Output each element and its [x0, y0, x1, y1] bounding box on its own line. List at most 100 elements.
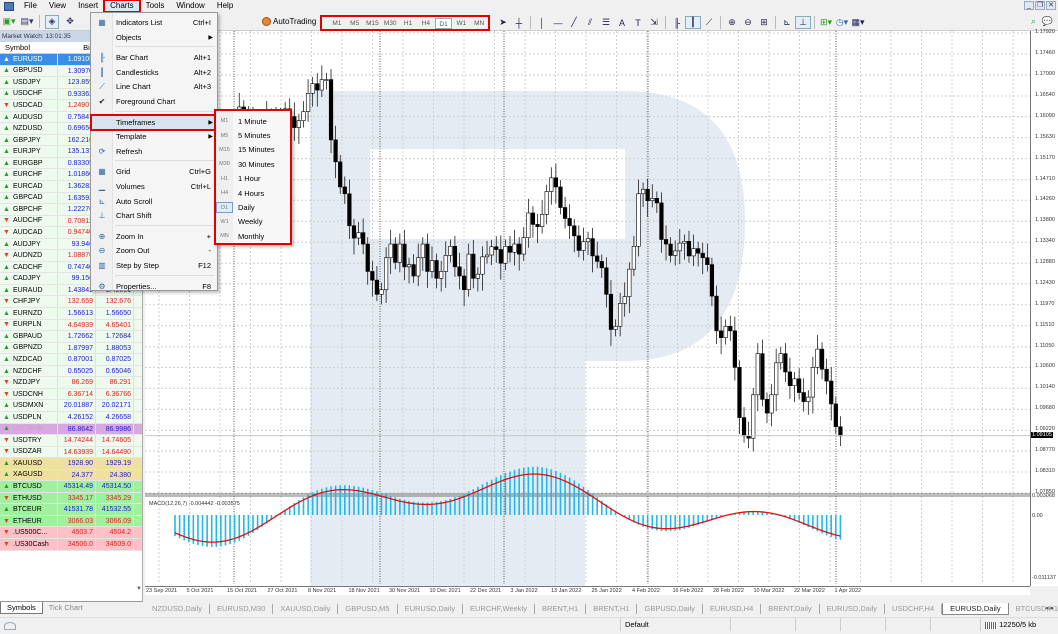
navigator-icon[interactable]: ✥: [63, 15, 77, 29]
equidistant-channel-icon[interactable]: ⫽: [582, 16, 598, 29]
menu-item-auto-scroll[interactable]: ⊾ Auto Scroll: [91, 194, 217, 209]
timeframe-item-m5[interactable]: M5 5 Minutes: [216, 128, 290, 142]
auto-scroll-icon[interactable]: ⊾: [779, 16, 795, 29]
market-watch-row[interactable]: ▲ USDMXN 20.01887 20.02171: [0, 400, 142, 412]
menu-window[interactable]: Window: [170, 0, 210, 12]
cursor-icon[interactable]: ➤: [495, 16, 511, 29]
chart-tab[interactable]: USDCHF,H4: [885, 604, 943, 614]
menu-item-chart-shift[interactable]: ⊥ Chart Shift: [91, 208, 217, 223]
menu-insert[interactable]: Insert: [72, 0, 104, 12]
timeframe-item-mn[interactable]: MN Monthly: [216, 229, 290, 243]
restore-button[interactable]: ❐: [1035, 1, 1045, 10]
trendline-icon[interactable]: ╱: [566, 16, 582, 29]
market-watch-row[interactable]: ▼ EURPLN 4.64939 4.65401: [0, 319, 142, 332]
market-watch-row[interactable]: ▲ BTCUSD 45314.49 45314.50: [0, 481, 142, 493]
crosshair-icon[interactable]: ┼: [511, 16, 527, 29]
market-watch-row[interactable]: ▲ NZDCAD 0.87001 0.87025: [0, 354, 142, 366]
zoom-in-icon[interactable]: ⊕: [724, 16, 740, 29]
market-watch-row[interactable]: ▼ ETHUSD 3345.17 3345.29: [0, 492, 142, 505]
chat-icon[interactable]: 💬: [1042, 16, 1053, 27]
menu-charts[interactable]: Charts: [103, 0, 141, 13]
menu-item-objects[interactable]: Objects ▶: [91, 30, 217, 45]
timeframe-item-h1[interactable]: H1 1 Hour: [216, 172, 290, 186]
chart-tab[interactable]: GBPUSD,M5: [338, 604, 398, 614]
tab-tick-chart[interactable]: Tick Chart: [43, 602, 89, 614]
line-chart-icon[interactable]: ⟋: [701, 16, 717, 29]
menu-item-template[interactable]: Template ▶: [91, 129, 217, 144]
market-watch-row[interactable]: ▼ ETHEUR 3066.03 3066.09: [0, 515, 142, 528]
menu-item-bar-chart[interactable]: ╟ Bar Chart Alt+1: [91, 50, 217, 65]
market-watch-row[interactable]: ▼ .US30Cash 34506.0 34509.0: [0, 538, 142, 551]
text-icon[interactable]: A: [614, 16, 630, 29]
menu-view[interactable]: View: [43, 0, 72, 12]
chart-tab[interactable]: BRENT,Daily: [761, 604, 820, 614]
market-watch-row[interactable]: ▼ CHFJPY 132.659 132.676: [0, 296, 142, 309]
menu-item-volumes[interactable]: ▁ Volumes Ctrl+L: [91, 179, 217, 194]
timeframe-item-w1[interactable]: W1 Weekly: [216, 215, 290, 229]
indicators-icon[interactable]: ⊞▾: [818, 16, 834, 29]
menu-item-properties[interactable]: ⚙ Properties... F8: [91, 279, 217, 294]
menu-item-timeframes[interactable]: Timeframes ▶: [90, 113, 218, 131]
menu-item-grid[interactable]: ▦ Grid Ctrl+G: [91, 164, 217, 179]
vertical-line-icon[interactable]: │: [534, 16, 550, 29]
scroll-down-arrow[interactable]: ▼: [136, 586, 142, 592]
market-watch-row[interactable]: ▲ GBPNZD 1.87997 1.88053: [0, 342, 142, 355]
market-watch-row[interactable]: ▲ XAUUSD 1928.90 1929.19: [0, 458, 142, 470]
chart-tab[interactable]: BRENT,H1: [535, 604, 587, 614]
chart-tab[interactable]: NZDUSD,Daily: [145, 604, 211, 614]
menu-item-line-chart[interactable]: ⟋ Line Chart Alt+3: [91, 79, 217, 94]
market-watch-row[interactable]: ▼ USDZAR 14.63939 14.64490: [0, 446, 142, 459]
fibonacci-icon[interactable]: ☰: [598, 16, 614, 29]
tf-d1-button[interactable]: D1: [434, 17, 453, 29]
timeframe-item-h4[interactable]: H4 4 Hours: [216, 186, 290, 200]
chart-tab[interactable]: EURUSD,M30: [210, 604, 274, 614]
tile-windows-icon[interactable]: ⊞: [756, 16, 772, 29]
menu-tools[interactable]: Tools: [140, 0, 171, 12]
timeframe-item-m1[interactable]: M1 1 Minute: [216, 114, 290, 128]
candlesticks-icon[interactable]: ┃: [685, 16, 701, 29]
tab-symbols[interactable]: Symbols: [0, 602, 43, 614]
market-watch-icon[interactable]: ◈: [45, 14, 59, 29]
menu-item-zoom-in[interactable]: ⊕ Zoom In +: [91, 229, 217, 244]
periods-icon[interactable]: ◷▾: [834, 16, 850, 29]
close-button[interactable]: ✕: [1046, 1, 1056, 10]
chart-tab[interactable]: EURUSD,Daily: [942, 603, 1009, 615]
market-watch-row[interactable]: ▲ USDPLN 4.26152 4.26658: [0, 411, 142, 424]
col-symbol[interactable]: Symbol: [0, 42, 58, 53]
minimize-button[interactable]: _: [1024, 1, 1034, 10]
chart-tab[interactable]: XAUUSD,Daily: [273, 604, 339, 614]
text-label-icon[interactable]: T: [630, 16, 646, 29]
market-watch-row[interactable]: ▲ EURNZD 1.56613 1.56650: [0, 308, 142, 320]
timeframe-item-d1[interactable]: D1 Daily: [216, 200, 290, 214]
timeframe-item-m15[interactable]: M15 15 Minutes: [216, 143, 290, 157]
chart-tab[interactable]: EURUSD,Daily: [398, 604, 463, 614]
menu-item-foreground-chart[interactable]: ✔ Foreground Chart: [91, 94, 217, 109]
autotrading-button[interactable]: AutoTrading: [262, 17, 316, 26]
arrows-icon[interactable]: ⇲: [646, 16, 662, 29]
templates-icon[interactable]: ▦▾: [850, 16, 866, 29]
market-watch-row[interactable]: ▲ USDRUB 86.8642 86.9986: [0, 423, 142, 436]
menu-item-step-by-step[interactable]: ▥ Step by Step F12: [91, 258, 217, 273]
zoom-out-icon[interactable]: ⊖: [740, 16, 756, 29]
market-watch-row[interactable]: ▲ NZDCHF 0.65025 0.65046: [0, 365, 142, 378]
menu-item-refresh[interactable]: ⟳ Refresh: [91, 144, 217, 159]
chart-tab[interactable]: EURCHF,Weekly: [463, 604, 535, 614]
market-watch-row[interactable]: ▲ GBPAUD 1.72662 1.72684: [0, 331, 142, 343]
market-watch-row[interactable]: ▼ .US500C... 4503.7 4504.2: [0, 527, 142, 539]
tf-w1-button[interactable]: W1: [452, 18, 470, 29]
market-watch-row[interactable]: ▼ USDTRY 14.74244 14.74605: [0, 435, 142, 447]
tab-scroll-arrows[interactable]: ◂ ▸: [1045, 604, 1054, 612]
profiles-icon[interactable]: ▤▾: [20, 15, 34, 29]
menu-file[interactable]: File: [18, 0, 43, 12]
chart-tab[interactable]: GBPUSD,Daily: [637, 604, 703, 614]
chart-tab[interactable]: BRENT,H1: [586, 604, 638, 614]
tf-h1-button[interactable]: H1: [399, 18, 417, 29]
tf-m15-button[interactable]: M15: [364, 18, 382, 29]
new-chart-icon[interactable]: ▣▾: [2, 15, 16, 29]
chart-tab[interactable]: EURUSD,H4: [703, 604, 762, 614]
timeframe-item-m30[interactable]: M30 30 Minutes: [216, 157, 290, 171]
market-watch-row[interactable]: ▲ BTCEUR 41531.78 41532.55: [0, 504, 142, 516]
chart-shift-icon[interactable]: ⊥: [795, 16, 811, 29]
horizontal-line-icon[interactable]: —: [550, 16, 566, 29]
bar-chart-icon[interactable]: ╟: [669, 16, 685, 29]
